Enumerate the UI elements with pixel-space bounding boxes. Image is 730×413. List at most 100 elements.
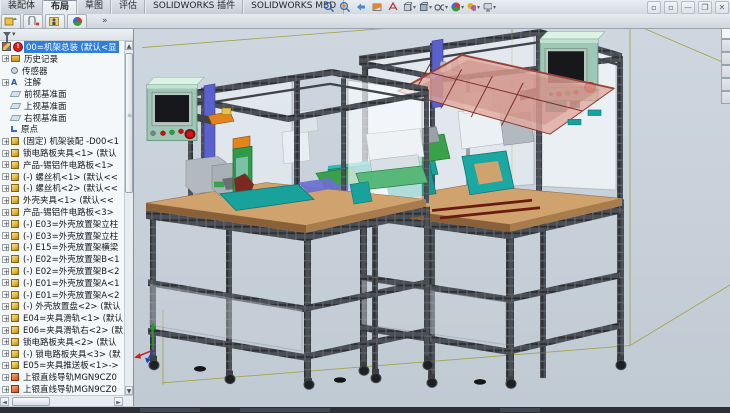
expander-icon[interactable] xyxy=(2,232,9,239)
expander-icon[interactable] xyxy=(2,386,9,393)
tree-row[interactable]: 上银直线导轨MGN9CZ0 xyxy=(0,383,124,395)
tree-row[interactable]: (固定) 机架装配 -D00<1 xyxy=(0,135,124,147)
expander-icon[interactable] xyxy=(2,220,9,227)
insert-components-icon[interactable] xyxy=(1,14,21,29)
display-style-icon[interactable] xyxy=(418,1,432,13)
tree-row[interactable]: (-) E01=外壳放置架A<2 xyxy=(0,289,124,301)
expander-icon[interactable] xyxy=(2,197,9,204)
hide-show-items-icon[interactable] xyxy=(434,1,448,13)
scroll-up-icon[interactable]: ▲ xyxy=(125,41,133,50)
expander-icon[interactable] xyxy=(2,374,9,381)
tree-horizontal-scrollbar[interactable]: ◄ ► xyxy=(0,395,133,406)
mate-icon[interactable] xyxy=(23,14,43,29)
tree-row-label: 00=机架总装 (默认<显 xyxy=(24,41,119,53)
tree-row[interactable]: 前视基准面 xyxy=(0,88,124,100)
expander-icon[interactable] xyxy=(2,303,9,310)
view-settings-icon[interactable] xyxy=(482,1,496,13)
tree-row[interactable]: 注解 xyxy=(0,76,124,88)
tree-row[interactable]: 右视基准面 xyxy=(0,112,124,124)
machine-left[interactable] xyxy=(146,69,433,389)
toolbar-overflow[interactable]: » xyxy=(102,16,108,26)
doc-window-icon[interactable]: ▫ xyxy=(647,1,661,14)
apply-scene-icon[interactable] xyxy=(466,1,480,13)
task-pane-tab[interactable] xyxy=(721,65,730,78)
edit-appearance-icon[interactable] xyxy=(450,1,464,13)
tree-row[interactable]: 上银直线导轨MGN9CZ0 xyxy=(0,371,124,383)
expander-icon[interactable] xyxy=(2,185,9,192)
tab-solidworks-addins[interactable]: SOLIDWORKS 插件 xyxy=(145,0,243,14)
tree-row[interactable]: 锁电路板夹具<1> (默认 xyxy=(0,147,124,159)
close-button[interactable]: ✕ xyxy=(715,1,729,14)
tree-row[interactable]: 锁电路板夹具<2> (默认 xyxy=(0,336,124,348)
expander-icon[interactable] xyxy=(2,150,9,157)
tree-row[interactable]: 产品-锡铝件电路板<1> xyxy=(0,159,124,171)
annotation-visibility-icon[interactable] xyxy=(386,1,400,13)
tree-row-label: (-) 螺丝机<2> (默认<< xyxy=(21,183,120,195)
doc-window-icon-2[interactable]: ▫ xyxy=(664,1,678,14)
horizontal-scroll-thumb[interactable] xyxy=(12,397,50,406)
view-orientation-icon[interactable] xyxy=(402,1,416,13)
tab-sketch[interactable]: 草图 xyxy=(77,0,111,14)
expander-icon[interactable] xyxy=(2,244,9,251)
tree-row-label: 产品-锡铝件电路板<1> xyxy=(21,159,116,171)
tree-row[interactable]: 传感器 xyxy=(0,65,124,77)
appearance-icon[interactable] xyxy=(67,14,87,29)
hmi-screen-left[interactable] xyxy=(155,95,189,122)
tree-row[interactable]: (-) 螺丝机<1> (默认<< xyxy=(0,171,124,183)
tree-row[interactable]: 外壳夹具<1> (默认<< xyxy=(0,194,124,206)
tab-evaluate[interactable]: 评估 xyxy=(111,0,145,14)
expander-icon[interactable] xyxy=(2,350,9,357)
task-pane-tab[interactable] xyxy=(721,52,730,65)
expander-icon[interactable] xyxy=(2,79,9,86)
tree-row[interactable]: 原点 xyxy=(0,124,124,136)
tree-vertical-scrollbar[interactable]: ▲ ▼ xyxy=(124,41,133,395)
tree-row[interactable]: (-) E02=外壳放置架B<2 xyxy=(0,265,124,277)
expander-icon[interactable] xyxy=(2,362,9,369)
tree-row[interactable]: E05=夹具推送板<1>-> xyxy=(0,360,124,372)
move-component-icon[interactable] xyxy=(45,14,65,29)
expander-icon[interactable] xyxy=(2,327,9,334)
expander-icon[interactable] xyxy=(2,173,9,180)
tab-layout[interactable]: 布局 xyxy=(43,0,77,14)
task-pane-tab[interactable] xyxy=(721,39,730,52)
tree-row[interactable]: (-) E01=外壳放置架A<1 xyxy=(0,277,124,289)
tree-row[interactable]: 历史记录 xyxy=(0,53,124,65)
vertical-scroll-thumb[interactable] xyxy=(125,53,133,193)
expander-icon[interactable] xyxy=(2,55,9,62)
tree-row[interactable]: E04=夹具滑轨<1> (默认 xyxy=(0,312,124,324)
tree-row[interactable]: (-) E02=外壳放置架B<1 xyxy=(0,253,124,265)
tree-row-root[interactable]: ! 00=机架总装 (默认<显 xyxy=(0,41,124,53)
section-view-icon[interactable] xyxy=(370,1,384,13)
expander-icon[interactable] xyxy=(2,209,9,216)
tree-row[interactable]: (-) E15=外壳放置架横梁 xyxy=(0,242,124,254)
expander-icon[interactable] xyxy=(2,338,9,345)
tab-assembly[interactable]: 装配体 xyxy=(0,0,43,14)
scroll-down-icon[interactable]: ▼ xyxy=(125,386,133,395)
tree-row[interactable]: 上视基准面 xyxy=(0,100,124,112)
previous-view-icon[interactable] xyxy=(354,1,368,13)
zoom-area-icon[interactable] xyxy=(338,1,352,13)
expander-icon[interactable] xyxy=(2,268,9,275)
task-pane-tab[interactable] xyxy=(721,78,730,91)
tree-row[interactable]: (-) E03=外壳放置架立柱 xyxy=(0,230,124,242)
tree-filter-bar[interactable]: ▾ xyxy=(0,28,133,41)
tree-row[interactable]: (-) E03=外壳放置架立柱 xyxy=(0,218,124,230)
expander-icon[interactable] xyxy=(2,315,9,322)
tree-row[interactable]: (-) 外壳放置盘<2> (默认 xyxy=(0,301,124,313)
zoom-fit-icon[interactable] xyxy=(322,1,336,13)
minimize-button[interactable]: — xyxy=(681,1,695,14)
tree-row[interactable]: E06=夹具滑轨右<2> (默 xyxy=(0,324,124,336)
component-icon xyxy=(11,149,19,157)
expander-icon[interactable] xyxy=(2,161,9,168)
scroll-right-icon[interactable]: ► xyxy=(114,397,123,406)
tree-row[interactable]: (-) 锁电路板夹具<3> (默 xyxy=(0,348,124,360)
tree-row[interactable]: 产品-锡铝件电路板<3> xyxy=(0,206,124,218)
task-pane-tab[interactable] xyxy=(721,91,730,104)
restore-button[interactable]: ❐ xyxy=(698,1,712,14)
expander-icon[interactable] xyxy=(2,256,9,263)
expander-icon[interactable] xyxy=(2,138,9,145)
tree-row[interactable]: (-) 螺丝机<2> (默认<< xyxy=(0,183,124,195)
expander-icon[interactable] xyxy=(2,291,9,298)
scroll-left-icon[interactable]: ◄ xyxy=(0,397,9,406)
expander-icon[interactable] xyxy=(2,279,9,286)
